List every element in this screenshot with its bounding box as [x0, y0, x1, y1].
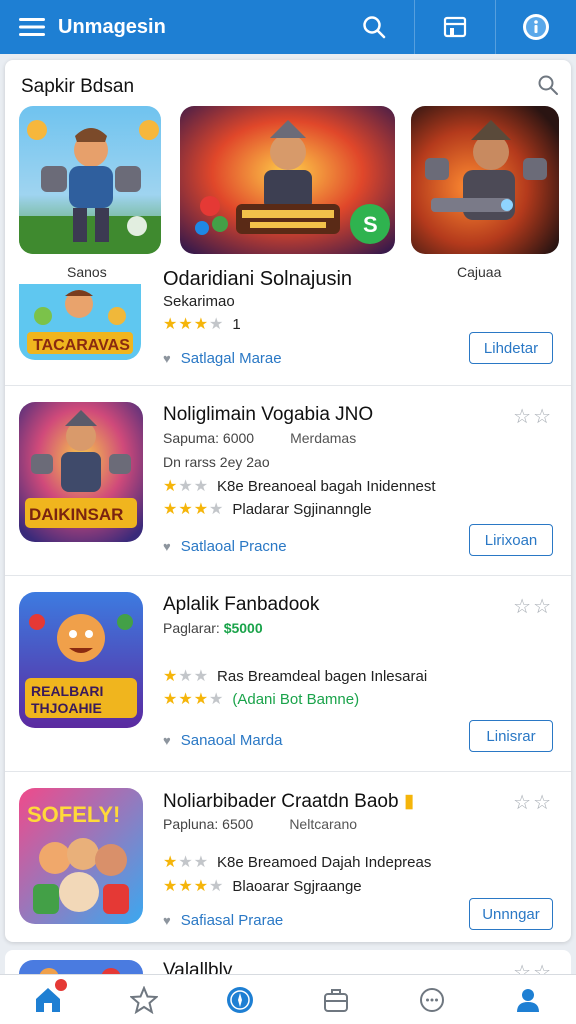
- review-text: (Adani Bot Bamne): [232, 690, 360, 708]
- app-thumbnail: SOFELY!: [19, 788, 143, 924]
- app-subtitle: Sekarimao: [163, 293, 235, 310]
- featured-game-image[interactable]: [411, 106, 559, 254]
- heart-icon: ♥: [163, 733, 171, 748]
- menu-icon[interactable]: [12, 7, 52, 47]
- review-text: K8e Breamoed Dajah Indepreas: [217, 853, 432, 871]
- star-rating-icon: ★★★★: [163, 316, 225, 333]
- install-button[interactable]: Linisrar: [469, 720, 553, 752]
- app-name[interactable]: Noliarbibader Craatdn Baob ▮: [163, 790, 414, 813]
- app-name-text: Noliarbibader Craatdn Baob: [163, 791, 399, 812]
- notification-badge: [55, 978, 67, 991]
- app-info: Paglarar: $5000: [163, 620, 263, 636]
- app-meta: ♥ Satlagal Marae: [163, 350, 282, 367]
- app-name[interactable]: Aplalik Fanbadook: [163, 594, 319, 616]
- compass-icon[interactable]: [215, 975, 265, 1024]
- install-button[interactable]: Unnngar: [469, 898, 553, 930]
- app-meta: ♥ Safiasal Prarae: [163, 912, 283, 929]
- list-item[interactable]: REALBARI THJOAHIE Aplalik Fanbadook ☆☆ P…: [5, 576, 571, 772]
- star-rating-icon: ★★★: [163, 668, 210, 685]
- featured-game-image[interactable]: [19, 106, 161, 254]
- star-icon[interactable]: [119, 975, 169, 1024]
- app-meta: ♥ Satlaoal Pracne: [163, 538, 287, 555]
- favorite-star-icon[interactable]: ☆☆: [513, 790, 553, 815]
- install-button[interactable]: Lirixoan: [469, 524, 553, 556]
- rating: ★★★★ 1: [163, 314, 241, 334]
- rating-count: 1: [232, 315, 241, 333]
- app-detail: Paglarar:: [163, 620, 220, 636]
- divider: [414, 0, 415, 54]
- featured-label: Sanos: [67, 264, 107, 280]
- install-button[interactable]: Lihdetar: [469, 332, 553, 364]
- svg-text:SOFELY!: SOFELY!: [27, 802, 120, 827]
- app-meta: ♥ Sanaoal Marda: [163, 732, 282, 749]
- app-detail-secondary: Neltcarano: [289, 816, 358, 832]
- section-header: Sapkir Bdsan: [21, 72, 559, 102]
- app-detail: Papluna: 6500: [163, 816, 254, 832]
- store-icon[interactable]: [435, 7, 475, 47]
- list-item[interactable]: DAIKINSAR Noliglimain Vogabia JNO ☆☆ Sap…: [5, 386, 571, 576]
- svg-text:REALBARI: REALBARI: [31, 683, 103, 699]
- app-name[interactable]: Odaridiani Solnajusin: [163, 268, 352, 291]
- chat-icon[interactable]: [407, 975, 457, 1024]
- svg-text:THJOAHIE: THJOAHIE: [31, 700, 102, 716]
- app-detail: Sapuma: 6000: [163, 430, 255, 446]
- review-text: Pladarar Sgjinanngle: [232, 500, 372, 518]
- home-icon[interactable]: [23, 975, 73, 1024]
- content-panel: Sapkir Bdsan S Sanos Cajuaa TACARAVAS Od…: [5, 60, 571, 942]
- app-review: ★★★★ Pladarar Sgjinanngle: [163, 499, 372, 519]
- app-title: Unmagesin: [58, 15, 166, 38]
- star-rating-icon: ★★★: [163, 478, 210, 495]
- star-rating-icon: ★★★★: [163, 691, 225, 708]
- app-info: Sapuma: 6000 Merdamas: [163, 430, 356, 446]
- app-thumbnail: REALBARI THJOAHIE: [19, 592, 143, 728]
- featured-label: Cajuaa: [457, 264, 502, 280]
- coin-icon: ▮: [403, 791, 415, 812]
- svg-text:TACARAVAS: TACARAVAS: [33, 337, 130, 354]
- list-item[interactable]: SOFELY! Noliarbibader Craatdn Baob ▮ ☆☆ …: [5, 772, 571, 942]
- list-item[interactable]: TACARAVAS Odaridiani Solnajusin Sekarima…: [5, 268, 571, 386]
- app-detail-secondary: Merdamas: [290, 430, 357, 446]
- search-icon[interactable]: [354, 7, 394, 47]
- app-thumbnail: DAIKINSAR: [19, 402, 143, 542]
- app-price: $5000: [223, 620, 263, 636]
- review-text: K8e Breanoeal bagah Inidennest: [217, 477, 436, 495]
- app-name[interactable]: Noliglimain Vogabia JNO: [163, 404, 373, 426]
- app-detail: Dn rarss 2ey 2ao: [163, 454, 270, 470]
- favorite-star-icon[interactable]: ☆☆: [513, 404, 553, 429]
- review-text: Blaoarar Sgjraange: [232, 877, 362, 895]
- section-title: Sapkir Bdsan: [21, 76, 135, 97]
- heart-icon: ♥: [163, 351, 171, 366]
- svg-text:DAIKINSAR: DAIKINSAR: [29, 505, 123, 524]
- briefcase-icon[interactable]: [311, 975, 361, 1024]
- app-review: ★★★ Ras Breamdeal bagen Inlesarai: [163, 666, 427, 686]
- star-rating-icon: ★★★★: [163, 501, 225, 518]
- meta-label: Safiasal Prarae: [180, 912, 284, 929]
- app-review: ★★★ K8e Breanoeal bagah Inidennest: [163, 476, 436, 496]
- info-icon[interactable]: [516, 7, 556, 47]
- meta-label: Satlaoal Pracne: [180, 538, 287, 555]
- search-icon[interactable]: [537, 74, 559, 101]
- bottom-navigation: [0, 974, 576, 1024]
- heart-icon: ♥: [163, 539, 171, 554]
- svg-text:S: S: [363, 212, 378, 237]
- favorite-star-icon[interactable]: ☆☆: [513, 594, 553, 619]
- app-thumbnail: TACARAVAS: [19, 284, 141, 360]
- profile-icon[interactable]: [503, 975, 553, 1024]
- top-app-bar: Unmagesin: [0, 0, 576, 54]
- meta-label: Sanaoal Marda: [180, 732, 283, 749]
- app-review: ★★★★ (Adani Bot Bamne): [163, 689, 359, 709]
- heart-icon: ♥: [163, 913, 171, 928]
- meta-label: Satlagal Marae: [180, 350, 282, 367]
- star-rating-icon: ★★★★: [163, 878, 225, 895]
- divider: [495, 0, 496, 54]
- review-text: Ras Breamdeal bagen Inlesarai: [217, 667, 428, 685]
- app-review: ★★★★ Blaoarar Sgjraange: [163, 876, 362, 896]
- app-info: Papluna: 6500 Neltcarano: [163, 816, 357, 832]
- app-review: ★★★ K8e Breamoed Dajah Indepreas: [163, 852, 431, 872]
- star-rating-icon: ★★★: [163, 854, 210, 871]
- featured-game-image[interactable]: S: [180, 106, 395, 254]
